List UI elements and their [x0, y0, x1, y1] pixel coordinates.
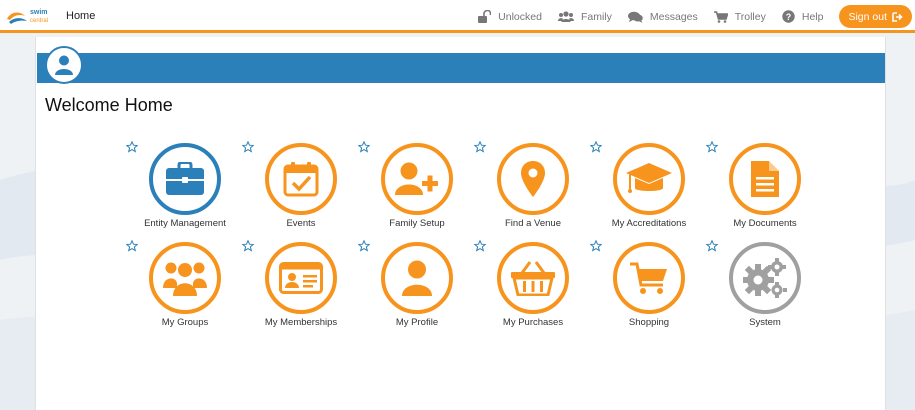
svg-text:swim: swim	[30, 9, 48, 16]
tile-my-profile-circle[interactable]	[381, 242, 453, 314]
favourite-star-icon[interactable]	[590, 141, 602, 153]
favourite-star-icon[interactable]	[358, 141, 370, 153]
top-navbar: swim central Home Unlocked Family Messag…	[0, 0, 915, 33]
tile-my-groups-circle[interactable]	[149, 242, 221, 314]
unlock-icon	[478, 10, 492, 23]
nav-trolley[interactable]: Trolley	[713, 10, 766, 23]
favourite-star-icon[interactable]	[358, 240, 370, 252]
favourite-star-icon[interactable]	[474, 240, 486, 252]
tile-my-documents-circle[interactable]	[729, 143, 801, 215]
nav-unlocked[interactable]: Unlocked	[477, 10, 542, 23]
group-icon	[163, 262, 207, 296]
id-card-icon	[279, 262, 323, 294]
tile-shopping-circle[interactable]	[613, 242, 685, 314]
tile-entity-management[interactable]: Entity Management	[126, 141, 242, 239]
tile-find-a-venue[interactable]: Find a Venue	[474, 141, 590, 239]
tile-system-circle[interactable]	[729, 242, 801, 314]
favourite-star-icon[interactable]	[590, 240, 602, 252]
home-link[interactable]: Home	[66, 10, 95, 22]
nav-help-label: Help	[801, 10, 824, 23]
question-circle-icon: ?	[782, 10, 795, 23]
svg-text:?: ?	[786, 12, 792, 22]
favourite-star-icon[interactable]	[126, 240, 138, 252]
map-marker-icon	[521, 161, 545, 197]
comments-icon	[627, 11, 643, 23]
sign-out-label: Sign out	[848, 10, 887, 23]
tile-entity-management-circle[interactable]	[149, 143, 221, 215]
nav-unlocked-label: Unlocked	[498, 10, 542, 23]
tile-my-accreditations[interactable]: My Accreditations	[590, 141, 706, 239]
cogs-icon	[743, 258, 787, 298]
sign-out-button[interactable]: Sign out	[839, 5, 912, 28]
basket-icon	[511, 261, 555, 296]
graduation-cap-icon	[626, 163, 672, 193]
nav-right: Unlocked Family Messages Trolley ? Help …	[461, 0, 915, 33]
nav-family[interactable]: Family	[557, 10, 612, 23]
nav-trolley-label: Trolley	[734, 10, 766, 23]
tile-family-setup[interactable]: Family Setup	[358, 141, 474, 239]
favourite-star-icon[interactable]	[706, 240, 718, 252]
tile-find-a-venue-circle[interactable]	[497, 143, 569, 215]
nav-messages-label: Messages	[649, 10, 698, 23]
avatar[interactable]	[45, 46, 83, 84]
nav-help[interactable]: ? Help	[782, 10, 824, 23]
favourite-star-icon[interactable]	[242, 141, 254, 153]
favourite-star-icon[interactable]	[242, 240, 254, 252]
nav-family-label: Family	[580, 10, 612, 23]
page-title: Welcome Home	[45, 95, 173, 115]
shopping-cart-icon	[630, 262, 667, 294]
sign-out-icon	[892, 11, 903, 22]
swim-central-logo[interactable]: swim central	[6, 5, 58, 27]
cart-icon	[713, 10, 728, 23]
favourite-star-icon[interactable]	[126, 141, 138, 153]
tile-my-memberships-circle[interactable]	[265, 242, 337, 314]
tile-events-circle[interactable]	[265, 143, 337, 215]
user-icon	[402, 260, 432, 296]
profile-banner	[37, 53, 885, 83]
tile-my-accreditations-circle[interactable]	[613, 143, 685, 215]
tile-my-purchases-circle[interactable]	[497, 242, 569, 314]
tile-system-label[interactable]: System	[696, 317, 834, 328]
document-icon	[751, 161, 779, 197]
svg-text:central: central	[30, 18, 48, 24]
tile-my-groups[interactable]: My Groups	[126, 240, 242, 338]
briefcase-icon	[166, 162, 204, 195]
tile-system[interactable]: System	[706, 240, 822, 338]
user-plus-icon	[395, 162, 438, 195]
tile-shopping[interactable]: Shopping	[590, 240, 706, 338]
tile-my-profile[interactable]: My Profile	[358, 240, 474, 338]
users-icon	[557, 10, 574, 22]
favourite-star-icon[interactable]	[706, 141, 718, 153]
tile-family-setup-circle[interactable]	[381, 143, 453, 215]
tile-my-memberships[interactable]: My Memberships	[242, 240, 358, 338]
calendar-check-icon	[283, 162, 319, 197]
tile-my-purchases[interactable]: My Purchases	[474, 240, 590, 338]
tile-my-documents-label[interactable]: My Documents	[696, 218, 834, 229]
tile-my-documents[interactable]: My Documents	[706, 141, 822, 239]
main-panel: Welcome Home Entity Management Events Fa…	[35, 37, 886, 410]
nav-messages[interactable]: Messages	[627, 10, 698, 23]
user-avatar-icon	[55, 55, 73, 75]
tile-events[interactable]: Events	[242, 141, 358, 239]
favourite-star-icon[interactable]	[474, 141, 486, 153]
